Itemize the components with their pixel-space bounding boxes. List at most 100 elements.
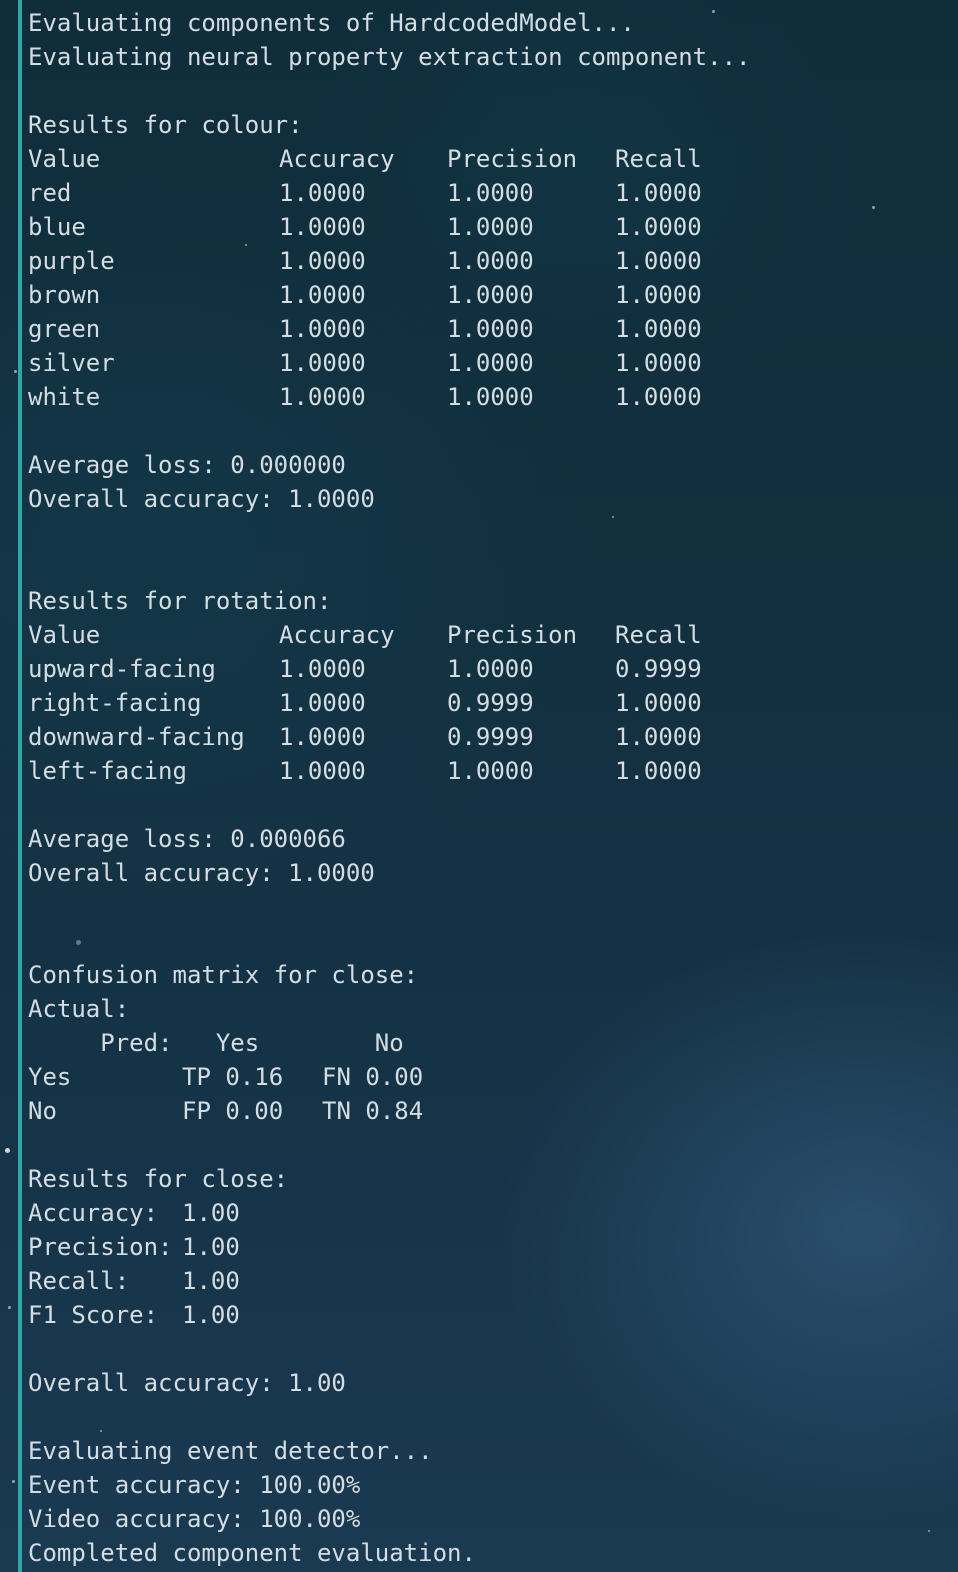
cell: 1.0000 bbox=[447, 757, 534, 785]
cell: purple bbox=[28, 247, 115, 275]
metric-label: Accuracy: bbox=[28, 1199, 159, 1227]
cell: 1.0000 bbox=[279, 349, 366, 377]
cell: TN 0.84 bbox=[322, 1097, 424, 1125]
cell: 1.0000 bbox=[615, 723, 702, 751]
table-row: downward-facing 1.0000 0.9999 1.0000 bbox=[28, 720, 948, 754]
table-row: right-facing 1.0000 0.9999 1.0000 bbox=[28, 686, 948, 720]
cell: 1.0000 bbox=[615, 757, 702, 785]
cell: FP 0.00 bbox=[182, 1097, 284, 1125]
cell: green bbox=[28, 315, 101, 343]
cell: 1.0000 bbox=[447, 383, 534, 411]
metric-row: F1 Score: 1.00 bbox=[28, 1298, 948, 1332]
output-line: Evaluating components of HardcodedModel.… bbox=[28, 9, 635, 37]
metric-value: 1.00 bbox=[182, 1301, 240, 1329]
table-header: Value Accuracy Precision Recall bbox=[28, 618, 948, 652]
cell: 1.0000 bbox=[279, 281, 366, 309]
section-title: Results for rotation: bbox=[28, 587, 332, 615]
cell: 1.0000 bbox=[279, 757, 366, 785]
cell: 1.0000 bbox=[279, 213, 366, 241]
column-header: Value bbox=[28, 621, 101, 649]
metric-row: Recall: 1.00 bbox=[28, 1264, 948, 1298]
cell: 0.9999 bbox=[447, 723, 534, 751]
column-header: Recall bbox=[615, 621, 702, 649]
metric-value: 1.00 bbox=[182, 1233, 240, 1261]
cell: 1.0000 bbox=[447, 315, 534, 343]
cell: upward-facing bbox=[28, 655, 216, 683]
metric-row: Precision: 1.00 bbox=[28, 1230, 948, 1264]
output-line: Evaluating event detector... bbox=[28, 1437, 433, 1465]
cell: 0.9999 bbox=[615, 655, 702, 683]
star bbox=[5, 1148, 10, 1153]
section-title: Results for colour: bbox=[28, 111, 303, 139]
table-row: red 1.0000 1.0000 1.0000 bbox=[28, 176, 948, 210]
cell: 1.0000 bbox=[279, 179, 366, 207]
terminal-output[interactable]: Evaluating components of HardcodedModel.… bbox=[28, 6, 948, 1570]
overall-accuracy: Overall accuracy: 1.0000 bbox=[28, 485, 375, 513]
cell: TP 0.16 bbox=[182, 1063, 284, 1091]
metric-label: F1 Score: bbox=[28, 1301, 159, 1329]
cell: 1.0000 bbox=[447, 213, 534, 241]
cell: 1.0000 bbox=[279, 383, 366, 411]
cell: 1.0000 bbox=[447, 655, 534, 683]
table-row: purple 1.0000 1.0000 1.0000 bbox=[28, 244, 948, 278]
cell: 1.0000 bbox=[615, 689, 702, 717]
output-line: Evaluating neural property extraction co… bbox=[28, 43, 751, 71]
cell: downward-facing bbox=[28, 723, 245, 751]
window-edge-accent bbox=[18, 0, 22, 1572]
cell: left-facing bbox=[28, 757, 187, 785]
star bbox=[8, 1306, 11, 1309]
section-title: Results for close: bbox=[28, 1165, 289, 1193]
average-loss: Average loss: 0.000000 bbox=[28, 451, 346, 479]
cell: FN 0.00 bbox=[322, 1063, 424, 1091]
table-row: upward-facing 1.0000 1.0000 0.9999 bbox=[28, 652, 948, 686]
table-header: Value Accuracy Precision Recall bbox=[28, 142, 948, 176]
metric-label: Recall: bbox=[28, 1267, 130, 1295]
confusion-actual-label: Actual: bbox=[28, 995, 130, 1023]
table-row: blue 1.0000 1.0000 1.0000 bbox=[28, 210, 948, 244]
output-line: Video accuracy: 100.00% bbox=[28, 1505, 361, 1533]
metric-value: 1.00 bbox=[182, 1199, 240, 1227]
table-row: green 1.0000 1.0000 1.0000 bbox=[28, 312, 948, 346]
cell: 1.0000 bbox=[447, 281, 534, 309]
cell: 1.0000 bbox=[279, 689, 366, 717]
overall-accuracy: Overall accuracy: 1.00 bbox=[28, 1369, 346, 1397]
column-header: Accuracy bbox=[279, 621, 395, 649]
cell: 0.9999 bbox=[447, 689, 534, 717]
cell: 1.0000 bbox=[615, 349, 702, 377]
section-title: Confusion matrix for close: bbox=[28, 961, 419, 989]
cell: 1.0000 bbox=[447, 247, 534, 275]
confusion-row: Yes TP 0.16 FN 0.00 bbox=[28, 1060, 948, 1094]
star bbox=[14, 370, 17, 373]
cell: 1.0000 bbox=[615, 383, 702, 411]
cell: 1.0000 bbox=[615, 281, 702, 309]
output-line: Completed component evaluation. bbox=[28, 1539, 476, 1567]
confusion-row: No FP 0.00 TN 0.84 bbox=[28, 1094, 948, 1128]
cell: 1.0000 bbox=[279, 315, 366, 343]
metric-label: Precision: bbox=[28, 1233, 173, 1261]
cell: silver bbox=[28, 349, 115, 377]
cell: 1.0000 bbox=[447, 349, 534, 377]
cell: 1.0000 bbox=[615, 315, 702, 343]
column-header: Precision bbox=[447, 621, 578, 649]
column-header: Recall bbox=[615, 145, 702, 173]
cell: Yes bbox=[28, 1063, 72, 1091]
cell: white bbox=[28, 383, 101, 411]
cell: 1.0000 bbox=[279, 247, 366, 275]
cell: blue bbox=[28, 213, 86, 241]
output-line: Event accuracy: 100.00% bbox=[28, 1471, 361, 1499]
cell: 1.0000 bbox=[279, 655, 366, 683]
star bbox=[12, 1480, 15, 1483]
metric-value: 1.00 bbox=[182, 1267, 240, 1295]
column-header: Value bbox=[28, 145, 101, 173]
cell: red bbox=[28, 179, 72, 207]
metric-row: Accuracy: 1.00 bbox=[28, 1196, 948, 1230]
cell: 1.0000 bbox=[615, 179, 702, 207]
cell: 1.0000 bbox=[615, 247, 702, 275]
table-row: brown 1.0000 1.0000 1.0000 bbox=[28, 278, 948, 312]
cell: right-facing bbox=[28, 689, 202, 717]
cell: 1.0000 bbox=[447, 179, 534, 207]
column-header: Precision bbox=[447, 145, 578, 173]
table-row: silver 1.0000 1.0000 1.0000 bbox=[28, 346, 948, 380]
table-row: left-facing 1.0000 1.0000 1.0000 bbox=[28, 754, 948, 788]
confusion-pred-header: Pred: Yes No bbox=[28, 1029, 404, 1057]
